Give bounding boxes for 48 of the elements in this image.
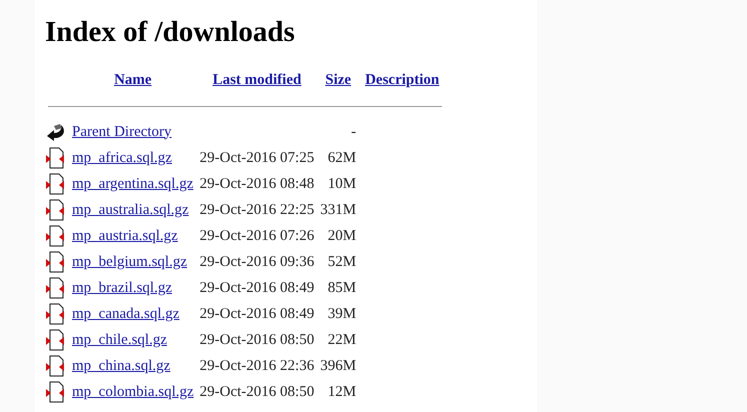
modified-date: 29-Oct-2016 09:36	[200, 254, 314, 270]
file-size: 22M	[328, 332, 356, 348]
file-link[interactable]: mp_china.sql.gz	[72, 358, 170, 374]
file-size: 331M	[320, 202, 356, 218]
column-header-link[interactable]: Name	[114, 72, 152, 88]
file-size: 85M	[328, 280, 356, 296]
file-link[interactable]: mp_colombia.sql.gz	[72, 384, 194, 400]
modified-date: 29-Oct-2016 07:25	[200, 150, 314, 166]
modified-date: 29-Oct-2016 08:49	[200, 306, 314, 322]
compressed-file-icon	[45, 277, 67, 299]
modified-date: 29-Oct-2016 08:48	[200, 176, 314, 192]
compressed-file-icon	[45, 381, 67, 403]
file-link[interactable]: mp_belgium.sql.gz	[72, 254, 187, 270]
file-link[interactable]: mp_africa.sql.gz	[72, 150, 172, 166]
file-link[interactable]: mp_brazil.sql.gz	[72, 280, 172, 296]
file-size: 10M	[328, 176, 356, 192]
modified-date: 29-Oct-2016 08:50	[200, 384, 314, 400]
file-size: 20M	[328, 228, 356, 244]
file-link[interactable]: mp_australia.sql.gz	[72, 202, 189, 218]
column-header-link[interactable]: Description	[365, 72, 440, 88]
file-link[interactable]: mp_argentina.sql.gz	[72, 176, 194, 192]
compressed-file-icon	[45, 173, 67, 195]
file-size: 52M	[328, 254, 356, 270]
column-header-link[interactable]: Size	[325, 72, 352, 88]
file-size: 396M	[320, 358, 356, 374]
modified-date: 29-Oct-2016 08:50	[200, 332, 314, 348]
page-title: Index of /downloads	[45, 16, 295, 49]
compressed-file-icon	[45, 329, 67, 351]
file-link[interactable]: Parent Directory	[72, 124, 172, 140]
file-size: 39M	[328, 306, 356, 322]
compressed-file-icon	[45, 303, 67, 325]
back-arrow-icon	[45, 122, 67, 142]
modified-date: 29-Oct-2016 22:36	[200, 358, 314, 374]
file-size: 62M	[328, 150, 356, 166]
compressed-file-icon	[45, 147, 67, 169]
file-size: -	[351, 124, 356, 140]
column-header-link[interactable]: Last modified	[212, 72, 302, 88]
modified-date: 29-Oct-2016 08:49	[200, 280, 314, 296]
file-size: 12M	[328, 384, 356, 400]
compressed-file-icon	[45, 355, 67, 377]
modified-date: 29-Oct-2016 07:26	[200, 228, 314, 244]
file-link[interactable]: mp_austria.sql.gz	[72, 228, 178, 244]
compressed-file-icon	[45, 251, 67, 273]
file-link[interactable]: mp_chile.sql.gz	[72, 332, 167, 348]
modified-date: 29-Oct-2016 22:25	[200, 202, 314, 218]
compressed-file-icon	[45, 225, 67, 247]
compressed-file-icon	[45, 199, 67, 221]
file-link[interactable]: mp_canada.sql.gz	[72, 306, 180, 322]
